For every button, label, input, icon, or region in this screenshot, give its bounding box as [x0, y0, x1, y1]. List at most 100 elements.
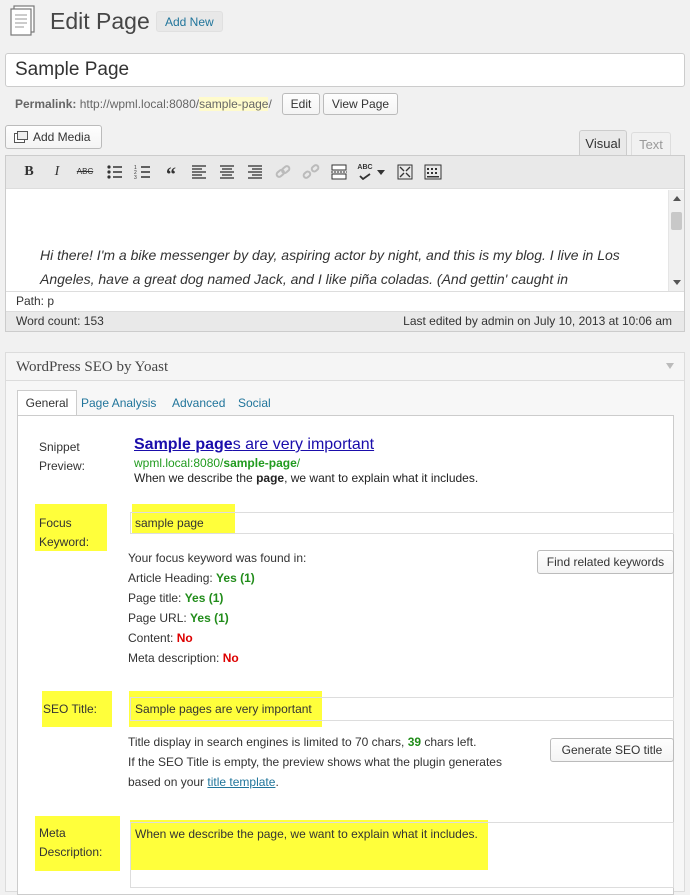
focus-keyword-label: Focus Keyword:: [39, 514, 89, 552]
check-result: Yes (1): [216, 571, 255, 585]
italic-button[interactable]: I: [47, 163, 67, 181]
seo-general-panel: Snippet Preview: Sample pages are very i…: [17, 415, 674, 895]
permalink-label: Permalink:: [15, 97, 77, 111]
title-template-info: based on your title template.: [128, 772, 279, 792]
snippet-title-rest: s are very important: [232, 436, 375, 453]
title-template-link[interactable]: title template: [207, 775, 275, 789]
check-result: Yes (1): [184, 591, 224, 605]
meta-label-line2: Description:: [39, 845, 103, 859]
tab-text[interactable]: Text: [631, 132, 671, 156]
pages-icon: [10, 5, 35, 36]
snippet-label: Snippet Preview:: [39, 438, 85, 476]
editor-content-area[interactable]: Hi there! I'm a bike messenger by day, a…: [6, 190, 668, 291]
snippet-url: wpml.local:8080/sample-page/: [134, 456, 300, 470]
strikethrough-button[interactable]: ABC: [75, 163, 95, 181]
check-label: Article Heading:: [128, 571, 217, 585]
add-media-label: Add Media: [33, 130, 91, 144]
align-center-icon[interactable]: [217, 163, 237, 181]
add-media-button[interactable]: Add Media: [5, 125, 102, 149]
meta-description-label: Meta Description:: [39, 824, 102, 862]
seo-title-input[interactable]: Sample pages are very important: [130, 697, 674, 721]
snippet-label-line2: Preview:: [39, 459, 86, 473]
view-page-button[interactable]: View Page: [323, 93, 398, 115]
snippet-desc-pre: When we describe the: [134, 471, 257, 485]
title-info-3-post: .: [275, 775, 279, 789]
check-content: Content: No: [128, 628, 193, 648]
edit-permalink-button[interactable]: Edit: [282, 93, 320, 115]
scroll-thumb[interactable]: [671, 212, 682, 230]
tab-social[interactable]: Social: [238, 396, 271, 410]
snippet-title[interactable]: Sample pages are very important: [134, 436, 374, 454]
kitchen-sink-icon[interactable]: [423, 163, 443, 181]
check-label: Page title:: [128, 591, 185, 605]
title-info-3-pre: based on your: [128, 775, 208, 789]
link-icon[interactable]: [273, 163, 293, 181]
seo-metabox-header[interactable]: WordPress SEO by Yoast: [6, 353, 684, 381]
align-right-icon[interactable]: [245, 163, 265, 181]
keyword-found-in: Your focus keyword was found in:: [128, 551, 307, 565]
svg-text:3: 3: [134, 175, 137, 181]
title-length-info: Title display in search engines is limit…: [128, 732, 476, 752]
add-new-button[interactable]: Add New: [156, 11, 223, 32]
align-left-icon[interactable]: [189, 163, 209, 181]
focus-label-line1: Focus: [39, 516, 72, 530]
editor-status-bar: Word count: 153 Last edited by admin on …: [6, 311, 684, 331]
snippet-url-slug: sample-page: [223, 456, 297, 470]
post-title-input[interactable]: Sample Page: [5, 53, 685, 87]
editor-toolbar: B I ABC 123 “ ABC: [6, 156, 684, 189]
check-page-title: Page title: Yes (1): [128, 588, 223, 608]
check-label: Content:: [128, 631, 177, 645]
tab-visual[interactable]: Visual: [579, 130, 627, 156]
permalink: Permalink: http://wpml.local:8080/sample…: [15, 96, 272, 112]
blockquote-button[interactable]: “: [161, 163, 181, 186]
insert-more-icon[interactable]: [329, 163, 349, 181]
snippet-url-trail: /: [296, 456, 301, 470]
check-label: Page URL:: [128, 611, 191, 625]
title-empty-info: If the SEO Title is empty, the preview s…: [128, 755, 502, 769]
permalink-base: http://wpml.local:8080/: [79, 97, 200, 111]
spellcheck-label: ABC: [357, 164, 373, 171]
check-page-url: Page URL: Yes (1): [128, 608, 229, 628]
spellcheck-button[interactable]: ABC: [355, 163, 375, 181]
chevron-down-icon[interactable]: [376, 163, 386, 181]
check-meta-description: Meta description: No: [128, 648, 239, 668]
editor-path: Path: p: [6, 291, 684, 311]
tab-advanced[interactable]: Advanced: [172, 396, 225, 410]
seo-metabox-title: WordPress SEO by Yoast: [16, 359, 169, 375]
generate-seo-title-button[interactable]: Generate SEO title: [550, 738, 674, 762]
snippet-desc-post: , we want to explain what it includes.: [284, 471, 479, 485]
tab-page-analysis[interactable]: Page Analysis: [81, 396, 156, 410]
title-chars-left: 39: [407, 735, 422, 749]
page-title: Edit Page: [50, 8, 150, 34]
meta-description-textarea[interactable]: When we describe the page, we want to ex…: [130, 822, 674, 888]
bullet-list-icon[interactable]: [105, 163, 125, 181]
meta-label-line1: Meta: [39, 826, 66, 840]
numbered-list-icon[interactable]: 123: [133, 163, 153, 181]
permalink-trail: /: [268, 97, 272, 111]
unlink-icon[interactable]: [301, 163, 321, 181]
word-count: Word count: 153: [16, 314, 104, 328]
seo-metabox: WordPress SEO by Yoast General Page Anal…: [5, 352, 685, 895]
snippet-url-base: wpml.local:8080/: [134, 456, 224, 470]
fullscreen-icon[interactable]: [395, 163, 415, 181]
snippet-label-line1: Snippet: [39, 440, 80, 454]
title-info-pre: Title display in search engines is limit…: [128, 735, 408, 749]
focus-keyword-input[interactable]: sample page: [130, 512, 674, 534]
media-icon: [14, 131, 28, 143]
tab-general[interactable]: General: [17, 390, 77, 416]
scroll-up-icon[interactable]: [672, 194, 682, 202]
check-result: Yes (1): [190, 611, 229, 625]
focus-label-line2: Keyword:: [39, 535, 90, 549]
check-article-heading: Article Heading: Yes (1): [128, 568, 255, 588]
find-related-keywords-button[interactable]: Find related keywords: [537, 550, 674, 574]
last-edited: Last edited by admin on July 10, 2013 at…: [403, 314, 672, 328]
editor-content-text: Hi there! I'm a bike messenger by day, a…: [40, 247, 620, 287]
editor-scrollbar[interactable]: [668, 190, 684, 291]
seo-title-label: SEO Title:: [43, 702, 98, 716]
content-editor: B I ABC 123 “ ABC Hi there! I'm a bike m…: [5, 155, 685, 332]
bold-button[interactable]: B: [19, 163, 39, 181]
toggle-arrow-icon[interactable]: [666, 362, 674, 370]
permalink-slug[interactable]: sample-page: [199, 97, 269, 111]
scroll-down-icon[interactable]: [672, 279, 682, 287]
snippet-title-bold: Sample page: [134, 436, 233, 453]
